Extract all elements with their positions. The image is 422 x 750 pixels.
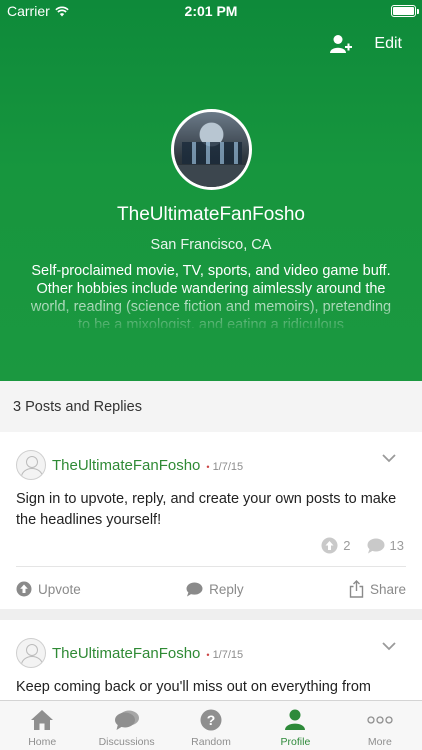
upvote-label: Upvote <box>38 581 81 597</box>
post-card: TheUltimateFanFosho • 1/7/15 Sign in to u… <box>0 432 422 609</box>
tab-random[interactable]: ? Random <box>169 701 253 750</box>
edit-button[interactable]: Edit <box>374 35 402 53</box>
tab-label: Home <box>28 736 57 748</box>
upvote-count-icon <box>321 537 338 554</box>
post-counts: 2 13 <box>321 537 404 554</box>
tab-label: Random <box>191 736 231 748</box>
comment-count: 13 <box>389 538 404 553</box>
tab-discussions[interactable]: Discussions <box>84 701 168 750</box>
author-avatar[interactable] <box>16 450 46 480</box>
profile-location: San Francisco, CA <box>150 237 272 253</box>
tab-label: More <box>367 736 392 748</box>
profile-header: Carrier 2:01 PM Edit TheUltimateFanFosho… <box>0 0 422 381</box>
reply-button[interactable]: Reply <box>186 582 244 597</box>
status-bar: Carrier 2:01 PM <box>0 0 422 22</box>
random-icon: ? <box>200 709 222 731</box>
more-icon <box>367 716 393 724</box>
discussions-icon <box>114 710 139 730</box>
upvote-count: 2 <box>343 538 351 553</box>
post-date: 1/7/15 <box>212 461 244 473</box>
tab-label: Discussions <box>98 736 155 748</box>
svg-text:?: ? <box>207 712 216 728</box>
tab-home[interactable]: Home <box>0 701 84 750</box>
tab-label: Profile <box>280 736 311 748</box>
author-avatar[interactable] <box>16 638 46 668</box>
separator-dot-icon: • <box>206 650 210 660</box>
share-icon <box>349 580 364 598</box>
home-icon <box>31 710 54 730</box>
share-button[interactable]: Share <box>349 580 406 598</box>
profile-icon <box>285 709 306 730</box>
chevron-down-icon[interactable] <box>382 454 396 463</box>
tab-profile[interactable]: Profile <box>253 701 337 750</box>
share-label: Share <box>369 581 406 597</box>
post-body: Sign in to upvote, reply, and create you… <box>16 491 397 528</box>
divider <box>16 566 406 567</box>
profile-username: TheUltimateFanFosho <box>117 204 305 225</box>
profile-bio: Self-proclaimed movie, TV, sports, and v… <box>30 263 392 328</box>
status-time: 2:01 PM <box>184 3 238 19</box>
reply-label: Reply <box>209 581 244 597</box>
tab-more[interactable]: More <box>338 701 422 750</box>
post-date: 1/7/15 <box>212 649 244 661</box>
reply-icon <box>186 581 203 597</box>
post-card: TheUltimateFanFosho • 1/7/15 Keep coming … <box>0 620 422 700</box>
profile-avatar <box>171 109 252 190</box>
post-author[interactable]: TheUltimateFanFosho <box>52 457 200 474</box>
post-body: Keep coming back or you'll miss out on e… <box>16 679 371 695</box>
tab-bar: Home Discussions ? Random Profile More <box>0 700 422 750</box>
chevron-down-icon[interactable] <box>382 642 396 651</box>
battery-icon <box>391 5 419 17</box>
posts-section-title: 3 Posts and Replies <box>0 381 422 432</box>
upvote-button[interactable]: Upvote <box>16 581 81 597</box>
post-author[interactable]: TheUltimateFanFosho <box>52 645 200 662</box>
separator-dot-icon: • <box>206 462 210 472</box>
comment-count-icon <box>367 538 385 553</box>
add-friend-icon[interactable] <box>330 34 353 54</box>
upvote-icon <box>16 581 32 597</box>
